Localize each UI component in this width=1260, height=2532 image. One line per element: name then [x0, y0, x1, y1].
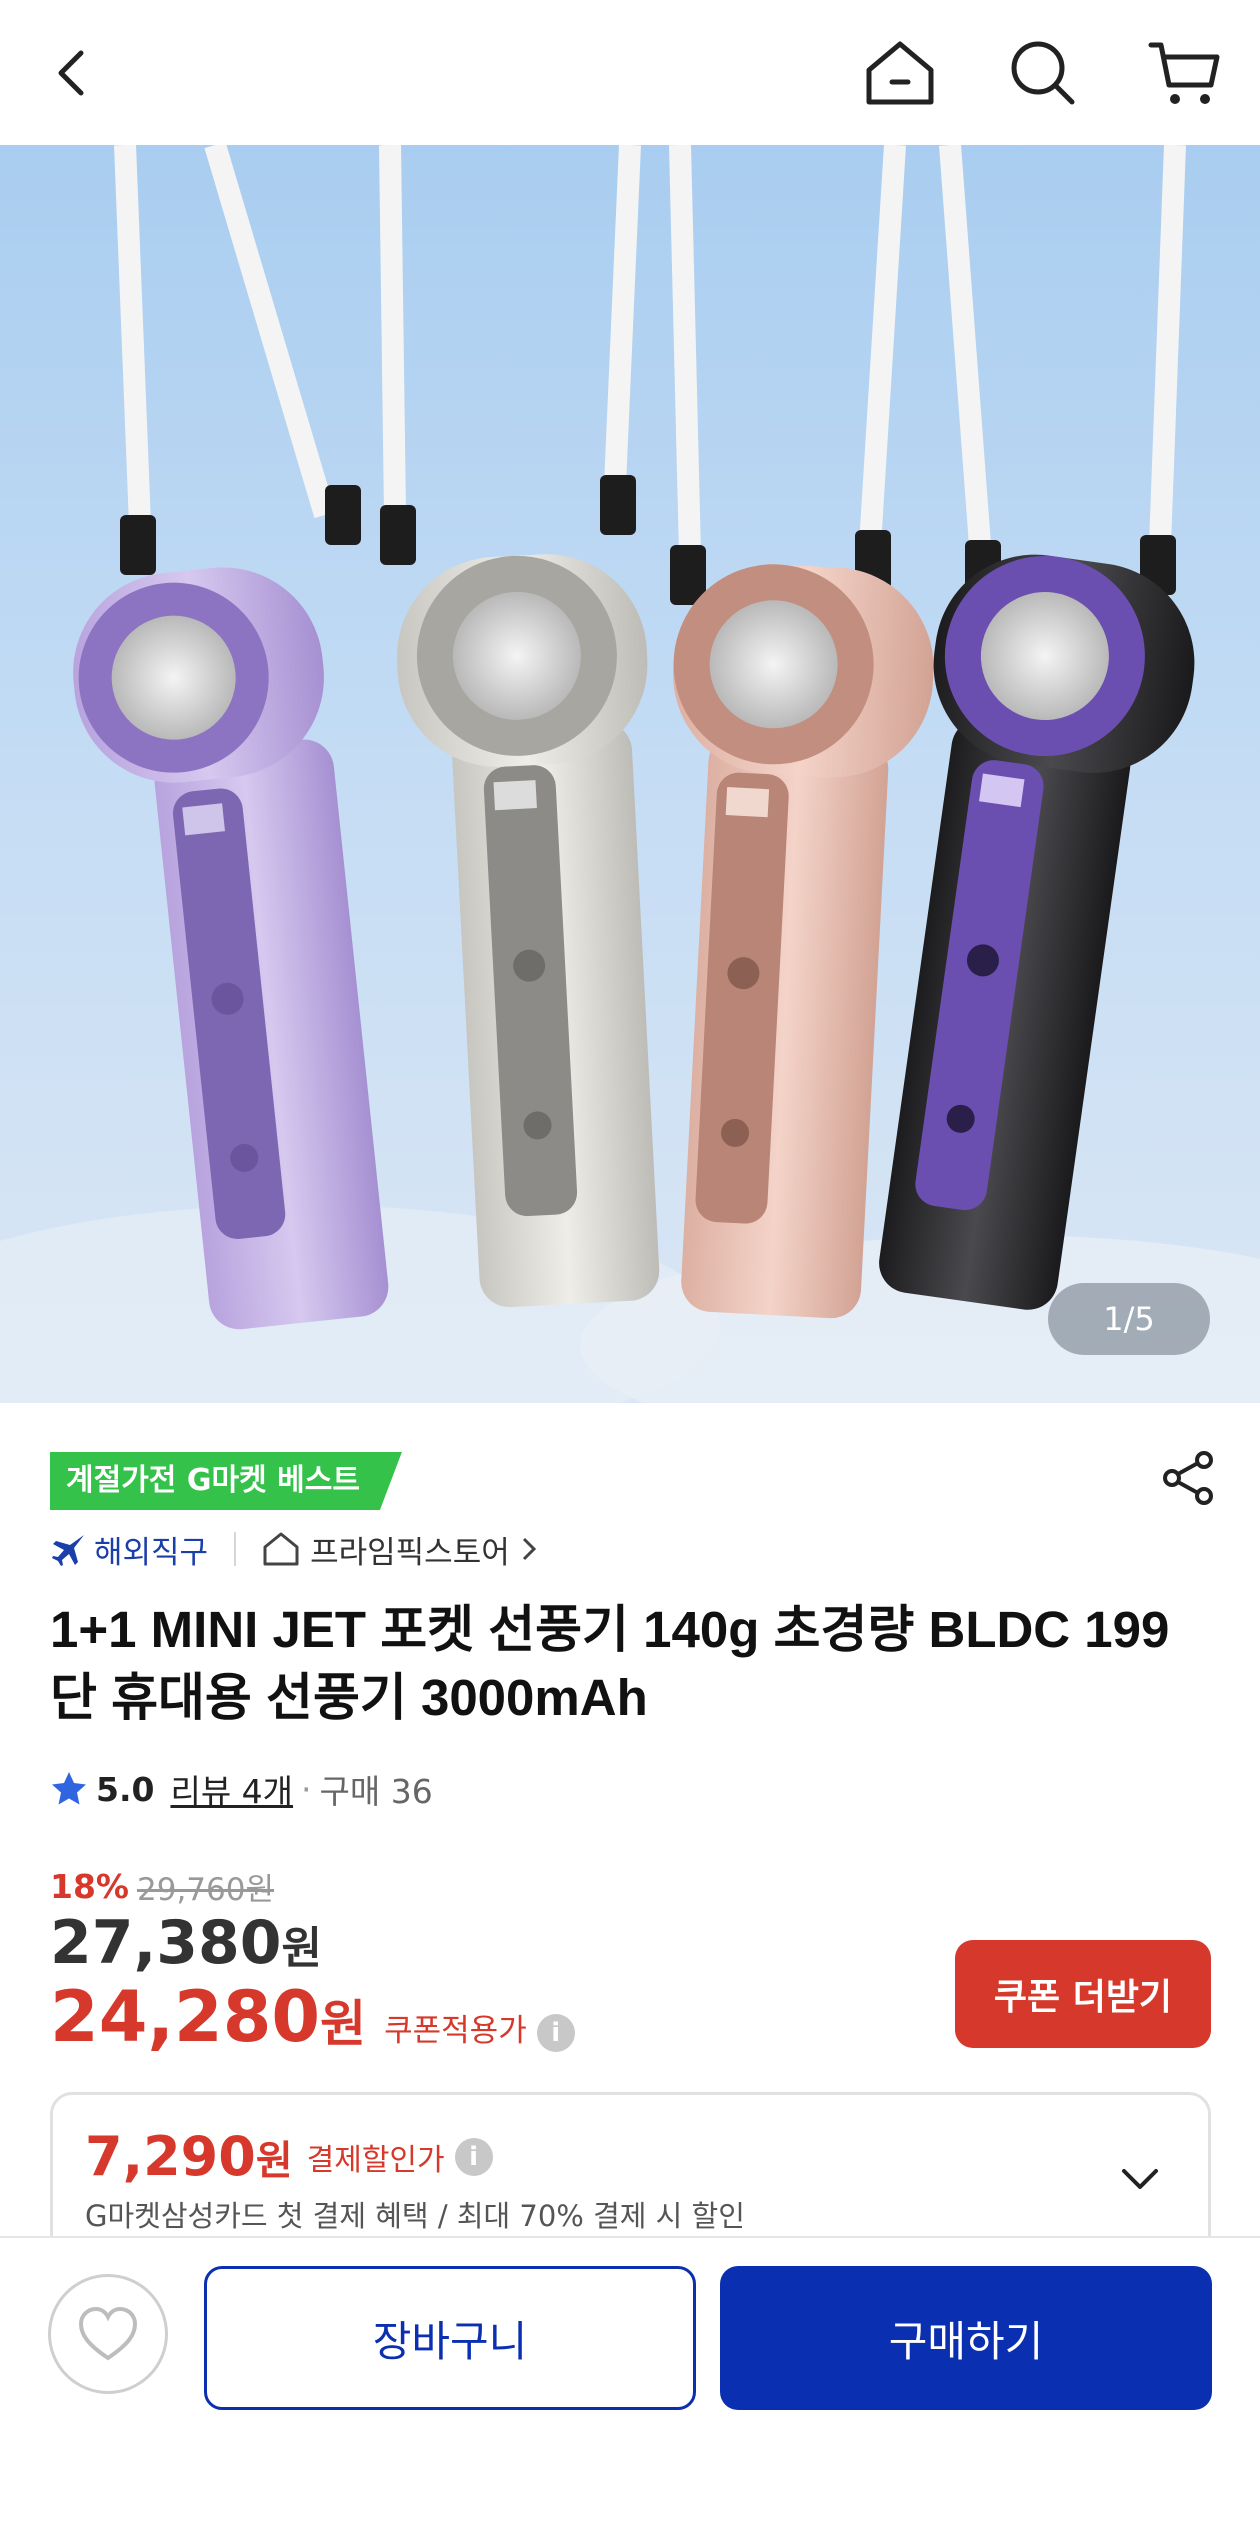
buy-now-button[interactable]: 구매하기 [720, 2266, 1212, 2410]
star-icon [52, 1772, 86, 1805]
info-icon[interactable]: i [454, 2137, 493, 2176]
coupon-price-label: 쿠폰적용가 [384, 2013, 527, 2049]
best-seller-badge: 계절가전 G마켓 베스트 [50, 1452, 402, 1510]
home-icon[interactable] [855, 28, 945, 118]
chevron-right-icon [522, 1537, 536, 1561]
coupon-price: 24,280 원 쿠폰적용가 i [50, 1976, 575, 2058]
top-navigation-bar [0, 0, 1260, 145]
discount-rate: 18% [50, 1867, 129, 1906]
info-icon[interactable]: i [536, 2014, 575, 2052]
chevron-down-icon[interactable] [1116, 2155, 1164, 2203]
separator-dot: · [301, 1769, 312, 1809]
store-link[interactable]: 프라임픽스토어 [262, 1527, 538, 1572]
image-pager: 1/5 [1048, 1283, 1210, 1355]
store-icon [263, 1532, 299, 1566]
sale-price-unit: 원 [281, 1923, 323, 1974]
back-icon[interactable] [28, 28, 118, 118]
overseas-direct-badge[interactable]: 해외직구 [50, 1527, 208, 1572]
card-discount-label: 결제할인가 [306, 2142, 445, 2178]
sale-price-value: 27,380 [50, 1908, 282, 1978]
reviews-link[interactable]: 리뷰 4개 [170, 1765, 293, 1813]
heart-icon [78, 2306, 138, 2361]
share-icon[interactable] [1158, 1448, 1218, 1508]
airplane-icon [52, 1535, 84, 1566]
divider [234, 1532, 237, 1566]
add-to-cart-button[interactable]: 장바구니 [204, 2266, 696, 2410]
coupon-price-value: 24,280 [50, 1976, 321, 2058]
rating-score: 5.0 [96, 1769, 155, 1809]
product-image-gallery[interactable]: 1/5 [0, 145, 1260, 1403]
seller-row: 해외직구 프라임픽스토어 [50, 1525, 538, 1573]
wishlist-button[interactable] [48, 2274, 168, 2394]
product-photo [0, 145, 1260, 1403]
bottom-action-bar: 장바구니 구매하기 [0, 2236, 1260, 2532]
card-discount-price: 7,290 원 결제할인가 i [85, 2125, 493, 2188]
rating-row: 5.0 리뷰 4개 · 구매 36 [50, 1764, 433, 1814]
discount-row: 18% 29,760원 [50, 1864, 274, 1909]
cart-icon[interactable] [1140, 28, 1230, 118]
sale-price: 27,380원 [50, 1908, 322, 1978]
overseas-label: 해외직구 [94, 1534, 209, 1571]
purchase-count: 구매 36 [319, 1772, 433, 1811]
product-title: 1+1 MINI JET 포켓 선풍기 140g 초경량 BLDC 199단 휴… [50, 1601, 1170, 1726]
more-coupons-button[interactable]: 쿠폰 더받기 [955, 1940, 1211, 2048]
store-name: 프라임픽스토어 [310, 1534, 510, 1571]
coupon-price-unit: 원 [320, 1995, 367, 2053]
card-discount-description: G마켓삼성카드 첫 결제 혜택 / 최대 70% 결제 시 할인 [85, 2199, 745, 2233]
search-icon[interactable] [998, 28, 1088, 118]
card-discount-unit: 원 [255, 2137, 293, 2184]
card-discount-value: 7,290 [85, 2125, 256, 2188]
original-price: 29,760원 [137, 1872, 274, 1908]
